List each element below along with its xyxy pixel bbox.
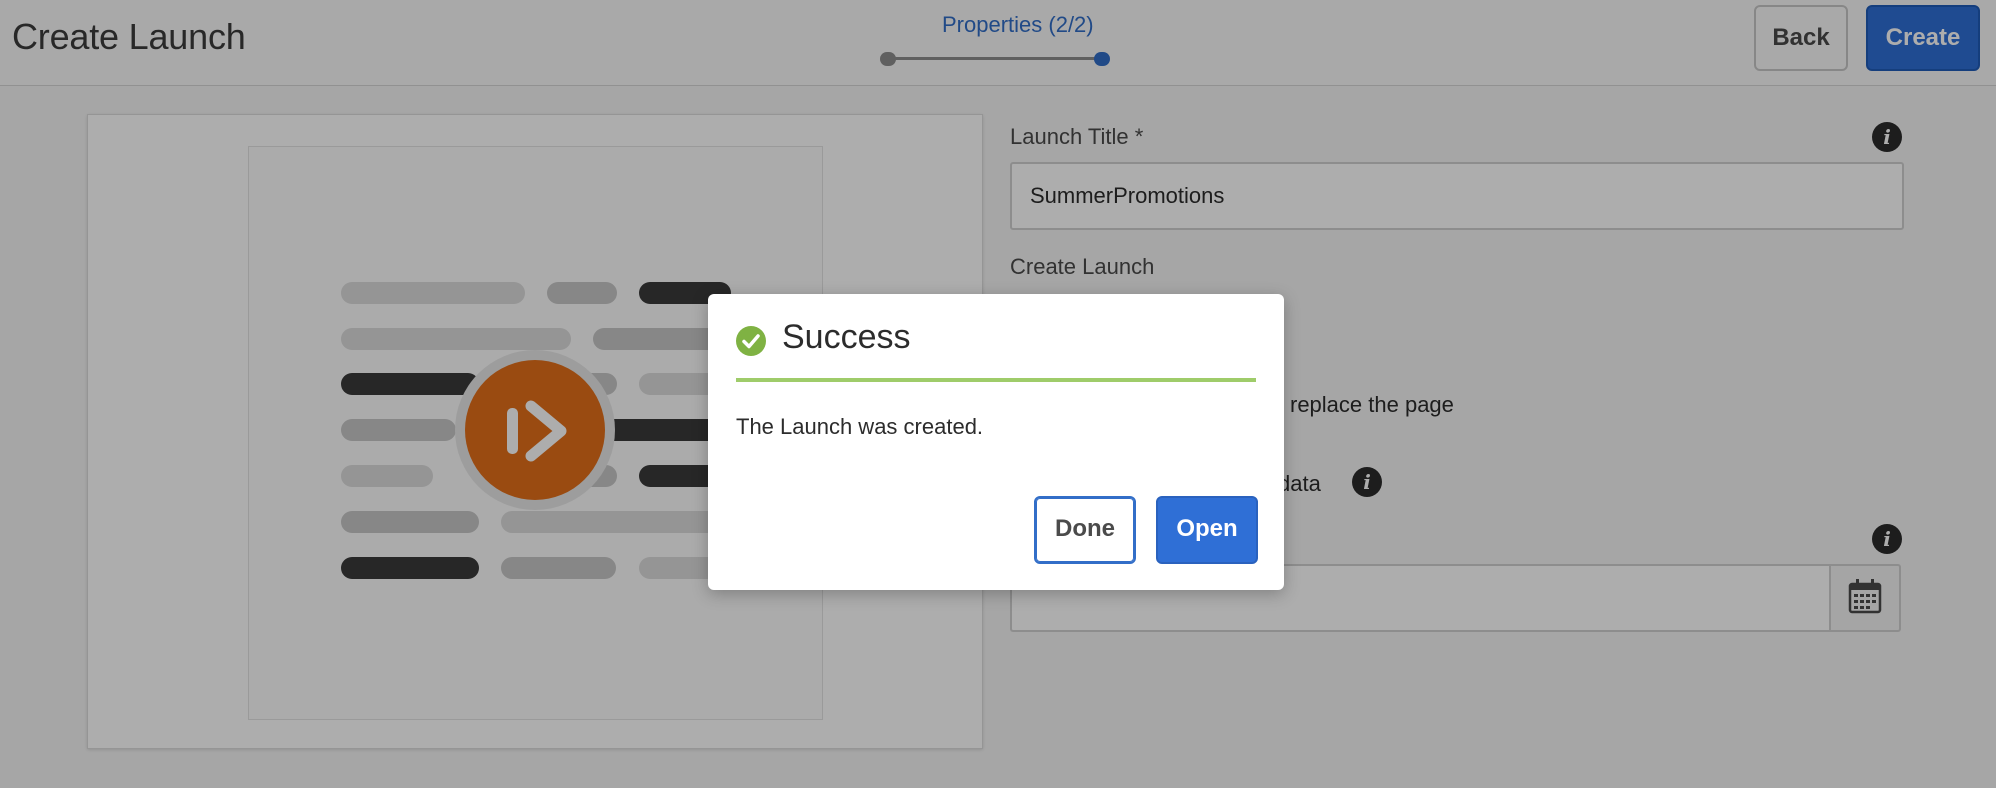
dialog-title: Success [782,318,911,356]
checkmark-icon [742,334,760,349]
open-button[interactable]: Open [1156,496,1258,564]
success-dialog: Success The Launch was created. Done Ope… [708,294,1284,590]
done-button[interactable]: Done [1034,496,1136,564]
dialog-divider [736,378,1256,382]
dialog-message: The Launch was created. [736,414,984,439]
checkmark-circle-icon [736,326,766,356]
